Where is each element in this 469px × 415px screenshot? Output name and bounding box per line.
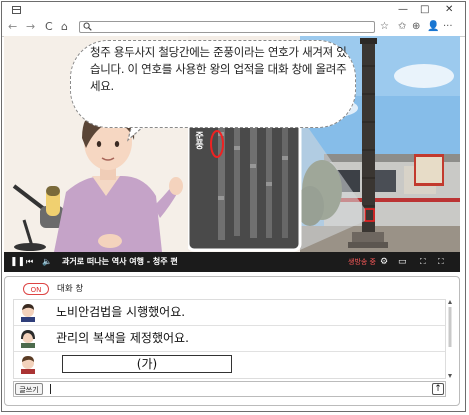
send-icon[interactable]: ↑	[432, 383, 444, 395]
settings-icon[interactable]: ⚙	[380, 256, 388, 268]
scrollbar[interactable]	[447, 299, 453, 379]
pause-icon[interactable]: ❚❚	[10, 256, 25, 268]
address-bar[interactable]	[79, 21, 375, 33]
avatar	[21, 304, 35, 322]
menu-icon[interactable]: ···	[443, 20, 453, 34]
avatar	[21, 356, 35, 374]
live-status[interactable]: 생방송 중	[348, 256, 376, 268]
maximize-button[interactable]: □	[420, 4, 429, 16]
rubbing-label: 준풍	[193, 131, 203, 149]
write-button[interactable]: 글쓰기	[15, 383, 43, 395]
list-item: 관리의 복색을 제정했어요.	[14, 326, 445, 352]
chat-input[interactable]	[50, 384, 51, 394]
tab-icon[interactable]	[12, 6, 21, 14]
minimize-button[interactable]: —	[398, 4, 408, 16]
star-icon[interactable]: ☆	[380, 20, 389, 34]
close-button[interactable]: ✕	[445, 4, 453, 16]
volume-icon[interactable]: 🔈	[42, 256, 52, 268]
list-item: 노비안검법을 시행했어요.	[14, 300, 445, 326]
expand-icon[interactable]: ⛶	[438, 256, 444, 268]
chat-panel: ON 대화 창 노비안검법을 시행했어요. 관리의 복색을 제정했어요. (가)…	[4, 276, 460, 406]
favorites-icon[interactable]: ✩	[398, 20, 406, 34]
profile-icon[interactable]: 👤	[427, 20, 439, 34]
message-text: 관리의 복색을 제정했어요.	[56, 331, 189, 345]
forward-icon[interactable]: →	[26, 20, 35, 34]
blank-label: (가)	[136, 357, 158, 371]
message-text: 노비안검법을 시행했어요.	[56, 305, 186, 319]
fullscreen-icon[interactable]: ⛶	[420, 256, 426, 268]
video-player-bar: ❚❚ ⏮ 🔈 과거로 떠나는 역사 여행 - 청주 편 생방송 중 ⚙ ▭ ⛶ …	[4, 252, 460, 272]
list-item: (가)	[14, 352, 445, 377]
video-scene: 청주 용두사지 철당간에는 준풍이라는 연호가 새겨져 있습니다. 이 연호를 …	[4, 36, 460, 252]
skip-icon[interactable]: ⏮	[26, 256, 33, 268]
home-icon[interactable]: ⌂	[61, 20, 68, 34]
search-icon	[83, 22, 92, 31]
chat-on-toggle[interactable]: ON	[23, 283, 49, 295]
speech-bubble-text: 청주 용두사지 철당간에는 준풍이라는 연호가 새겨져 있습니다. 이 연호를 …	[90, 45, 347, 93]
collections-icon[interactable]: ⊕	[412, 20, 420, 34]
blank-answer-box: (가)	[62, 355, 232, 373]
back-icon[interactable]: ←	[8, 20, 17, 34]
reload-icon[interactable]: C	[45, 20, 53, 34]
browser-toolbar: ← → C ⌂ ☆ ✩ ⊕ 👤 ···	[2, 19, 465, 37]
avatar	[21, 330, 35, 348]
chat-title: 대화 창	[57, 284, 84, 294]
title-bar: — □ ✕	[2, 2, 465, 19]
video-title: 과거로 떠나는 역사 여행 - 청주 편	[62, 257, 178, 266]
caption-icon[interactable]: ▭	[398, 256, 407, 268]
chat-input-row: 글쓰기 ↑	[13, 381, 446, 397]
message-list: 노비안검법을 시행했어요. 관리의 복색을 제정했어요. (가)	[13, 299, 446, 379]
